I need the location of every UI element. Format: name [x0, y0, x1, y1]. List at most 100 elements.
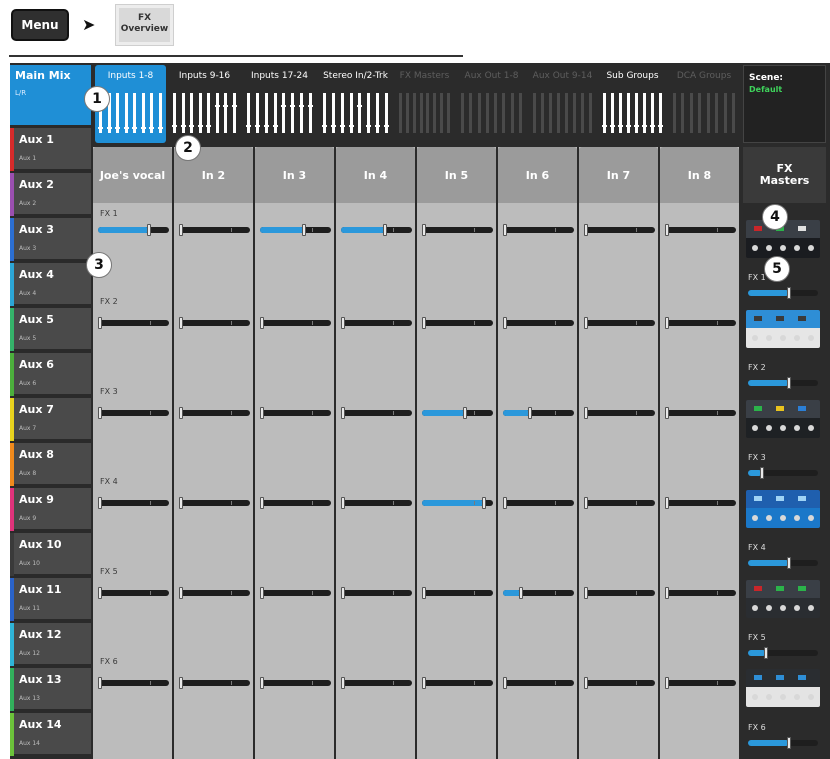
- send-fader[interactable]: [422, 224, 493, 236]
- tab-aux-out-1-8[interactable]: Aux Out 1-8: [457, 65, 526, 143]
- tab-dca-groups[interactable]: DCA Groups: [669, 65, 739, 143]
- send-fader[interactable]: [584, 587, 655, 599]
- fader-knob[interactable]: [787, 377, 791, 389]
- fader-knob[interactable]: [260, 407, 264, 419]
- send-fader[interactable]: [179, 224, 250, 236]
- send-fader[interactable]: [260, 587, 331, 599]
- send-fader[interactable]: [341, 224, 412, 236]
- fader-knob[interactable]: [260, 497, 264, 509]
- channel-name-button[interactable]: In 6: [498, 147, 577, 203]
- send-fader[interactable]: [665, 497, 736, 509]
- send-fader[interactable]: [503, 587, 574, 599]
- fader-knob[interactable]: [482, 497, 486, 509]
- sidebar-item-aux-2[interactable]: Aux 2 Aux 2: [10, 173, 91, 216]
- send-fader[interactable]: [665, 224, 736, 236]
- channel-name-button[interactable]: In 7: [579, 147, 658, 203]
- fader-knob[interactable]: [260, 677, 264, 689]
- fx-unit-thumbnail[interactable]: [746, 669, 820, 707]
- fader-knob[interactable]: [98, 677, 102, 689]
- sidebar-item-aux-10[interactable]: Aux 10 Aux 10: [10, 533, 91, 576]
- send-fader[interactable]: [341, 587, 412, 599]
- send-fader[interactable]: [341, 497, 412, 509]
- fader-knob[interactable]: [341, 587, 345, 599]
- fader-knob[interactable]: [98, 497, 102, 509]
- fader-knob[interactable]: [422, 224, 426, 236]
- fader-knob[interactable]: [503, 224, 507, 236]
- channel-name-button[interactable]: In 5: [417, 147, 496, 203]
- tab-fx-masters[interactable]: FX Masters: [395, 65, 454, 143]
- fader-knob[interactable]: [383, 224, 387, 236]
- fader-knob[interactable]: [503, 677, 507, 689]
- fx-master-fader[interactable]: [748, 737, 818, 749]
- fader-knob[interactable]: [665, 677, 669, 689]
- send-fader[interactable]: [422, 677, 493, 689]
- fader-knob[interactable]: [584, 677, 588, 689]
- send-fader[interactable]: [665, 677, 736, 689]
- fx-overview-button[interactable]: FX Overview: [115, 4, 174, 46]
- send-fader[interactable]: [422, 497, 493, 509]
- channel-name-button[interactable]: In 3: [255, 147, 334, 203]
- fx-master-fader[interactable]: [748, 377, 818, 389]
- send-fader[interactable]: [665, 407, 736, 419]
- send-fader[interactable]: [584, 317, 655, 329]
- sidebar-item-aux-6[interactable]: Aux 6 Aux 6: [10, 353, 91, 396]
- fx-master-fader[interactable]: [748, 647, 818, 659]
- send-fader[interactable]: [179, 587, 250, 599]
- fx-master-fader[interactable]: [748, 467, 818, 479]
- tab-inputs-17-24[interactable]: Inputs 17-24: [243, 65, 316, 143]
- fader-knob[interactable]: [787, 737, 791, 749]
- fader-knob[interactable]: [665, 224, 669, 236]
- sidebar-item-aux-13[interactable]: Aux 13 Aux 13: [10, 668, 91, 711]
- fader-knob[interactable]: [98, 317, 102, 329]
- send-fader[interactable]: [260, 407, 331, 419]
- fader-knob[interactable]: [503, 497, 507, 509]
- send-fader[interactable]: [422, 587, 493, 599]
- send-fader[interactable]: [503, 407, 574, 419]
- sidebar-item-aux-3[interactable]: Aux 3 Aux 3: [10, 218, 91, 261]
- fader-knob[interactable]: [787, 557, 791, 569]
- fader-knob[interactable]: [519, 587, 523, 599]
- send-fader[interactable]: [98, 587, 169, 599]
- fader-knob[interactable]: [260, 587, 264, 599]
- fader-knob[interactable]: [179, 497, 183, 509]
- sidebar-item-main-mix[interactable]: Main Mix L/R: [10, 65, 91, 125]
- fader-knob[interactable]: [584, 587, 588, 599]
- send-fader[interactable]: [179, 677, 250, 689]
- send-fader[interactable]: [503, 224, 574, 236]
- send-fader[interactable]: [260, 497, 331, 509]
- fader-knob[interactable]: [528, 407, 532, 419]
- fader-knob[interactable]: [422, 677, 426, 689]
- fader-knob[interactable]: [341, 497, 345, 509]
- fader-knob[interactable]: [760, 467, 764, 479]
- send-fader[interactable]: [260, 224, 331, 236]
- fader-knob[interactable]: [503, 317, 507, 329]
- tab-stereo-in-2trk[interactable]: Stereo In/2-Trk: [319, 65, 392, 143]
- sidebar-item-aux-12[interactable]: Aux 12 Aux 12: [10, 623, 91, 666]
- send-fader[interactable]: [341, 317, 412, 329]
- sidebar-item-aux-1[interactable]: Aux 1 Aux 1: [10, 128, 91, 171]
- send-fader[interactable]: [665, 587, 736, 599]
- fader-knob[interactable]: [341, 407, 345, 419]
- fx-unit-thumbnail[interactable]: [746, 310, 820, 348]
- send-fader[interactable]: [98, 497, 169, 509]
- send-fader[interactable]: [98, 224, 169, 236]
- fader-knob[interactable]: [179, 407, 183, 419]
- send-fader[interactable]: [584, 407, 655, 419]
- fader-knob[interactable]: [665, 497, 669, 509]
- fader-knob[interactable]: [463, 407, 467, 419]
- scene-panel[interactable]: Scene: Default: [743, 65, 826, 143]
- fader-knob[interactable]: [302, 224, 306, 236]
- sidebar-item-aux-14[interactable]: Aux 14 Aux 14: [10, 713, 91, 756]
- fader-knob[interactable]: [665, 317, 669, 329]
- fader-knob[interactable]: [98, 407, 102, 419]
- fader-knob[interactable]: [260, 317, 264, 329]
- tab-sub-groups[interactable]: Sub Groups: [599, 65, 666, 143]
- sidebar-item-aux-7[interactable]: Aux 7 Aux 7: [10, 398, 91, 441]
- fader-knob[interactable]: [179, 677, 183, 689]
- fader-knob[interactable]: [665, 407, 669, 419]
- fader-knob[interactable]: [341, 317, 345, 329]
- send-fader[interactable]: [422, 317, 493, 329]
- sidebar-item-aux-11[interactable]: Aux 11 Aux 11: [10, 578, 91, 621]
- fader-knob[interactable]: [422, 587, 426, 599]
- tab-aux-out-9-14[interactable]: Aux Out 9-14: [529, 65, 596, 143]
